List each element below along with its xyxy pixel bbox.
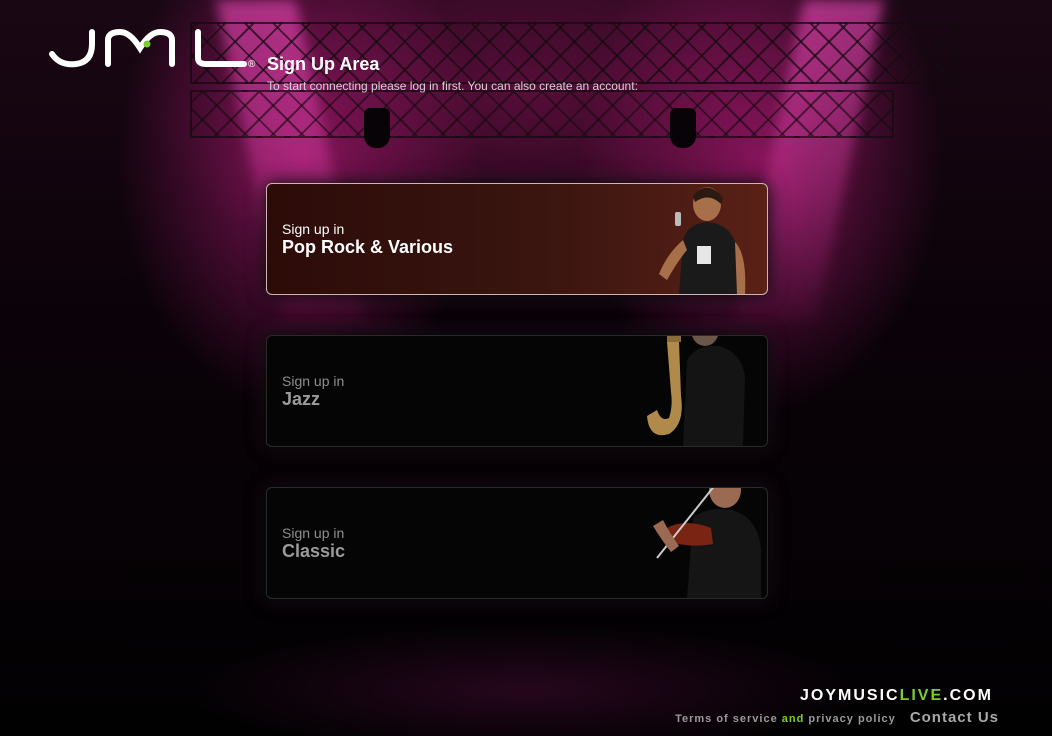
card-prefix: Sign up in bbox=[282, 373, 345, 389]
card-genre: Pop Rock & Various bbox=[282, 237, 454, 257]
card-prefix: Sign up in bbox=[282, 221, 345, 237]
site-name: JOYMUSICLIVE.COM bbox=[800, 687, 993, 705]
page-subtitle: To start connecting please log in first.… bbox=[267, 79, 638, 93]
saxophone-player-icon bbox=[647, 336, 745, 446]
violin-player-icon bbox=[653, 488, 761, 598]
jml-logo[interactable]: ® bbox=[48, 24, 260, 74]
footer-links: Terms of service and privacy policy Cont… bbox=[675, 709, 999, 726]
card-genre: Jazz bbox=[282, 389, 321, 409]
registered-mark: ® bbox=[248, 59, 256, 70]
lighting-truss bbox=[190, 90, 894, 138]
card-genre: Classic bbox=[282, 541, 346, 561]
page-title: Sign Up Area bbox=[267, 54, 380, 74]
jml-logo-icon: ® bbox=[49, 28, 256, 70]
site-name-tld: .COM bbox=[943, 687, 993, 704]
signup-card-pop-rock[interactable]: Sign up in Pop Rock & Various bbox=[266, 183, 768, 295]
contact-us-link[interactable]: Contact Us bbox=[910, 709, 999, 726]
stage-lamp-icon bbox=[670, 108, 696, 148]
privacy-policy-link[interactable]: privacy policy bbox=[808, 713, 895, 725]
signup-card-jazz[interactable]: Sign up in Jazz bbox=[266, 335, 768, 447]
footer-and: and bbox=[781, 713, 805, 725]
stage-lamp-icon bbox=[364, 108, 390, 148]
site-name-main: JOYMUSIC bbox=[800, 687, 900, 704]
site-name-accent: LIVE bbox=[899, 687, 944, 704]
singer-with-microphone-icon bbox=[659, 187, 746, 294]
card-prefix: Sign up in bbox=[282, 525, 345, 541]
terms-of-service-link[interactable]: Terms of service bbox=[675, 713, 778, 725]
signup-card-classic[interactable]: Sign up in Classic bbox=[266, 487, 768, 599]
